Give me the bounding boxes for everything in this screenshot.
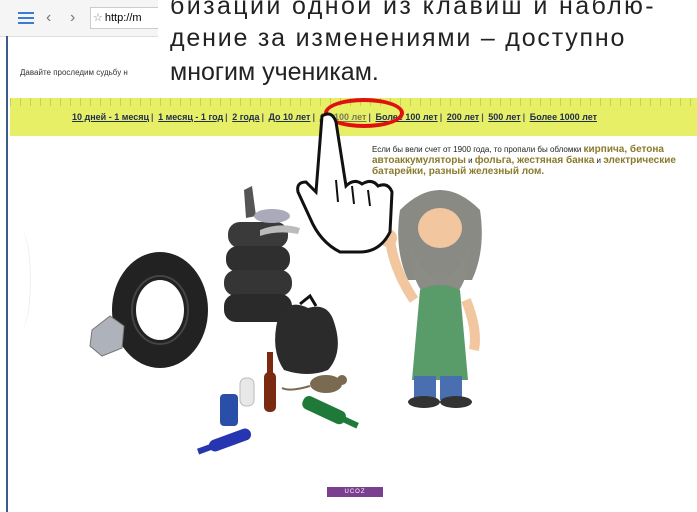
- can-icon: [220, 394, 238, 426]
- illustration: [89, 112, 482, 455]
- foil-icon: [89, 315, 125, 357]
- counter-badge[interactable]: UCOZ SERVICES: [327, 487, 383, 505]
- hand-cursor-icon: [296, 112, 394, 254]
- bottle-green-icon: [302, 396, 359, 429]
- rat-icon: [281, 375, 347, 393]
- bottle-brown-icon: [264, 372, 276, 412]
- tire-stack-icon: [224, 186, 300, 322]
- old-man-icon: [379, 190, 482, 408]
- bottle-brown-neck: [267, 352, 273, 374]
- bottle-clear-icon: [239, 377, 255, 407]
- tire-icon: [112, 252, 208, 368]
- bottle-blue-icon: [197, 428, 252, 455]
